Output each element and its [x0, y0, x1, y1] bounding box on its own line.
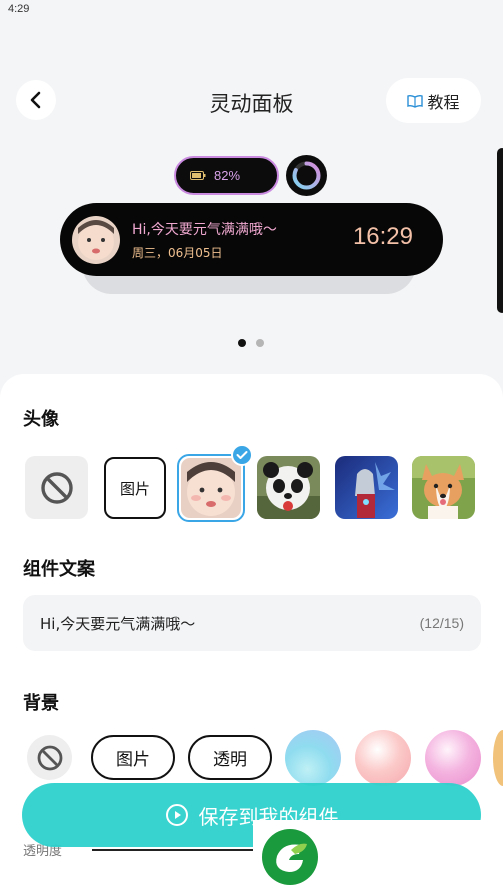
leaf-logo-icon — [262, 829, 318, 885]
avatar-option-corgi[interactable] — [412, 456, 475, 519]
island-date: 周三，06月05日 — [132, 245, 223, 260]
selected-check-icon — [231, 444, 253, 466]
island-clock: 16:29 — [352, 223, 413, 250]
background-swatch-cyan[interactable] — [285, 730, 341, 786]
background-none-option[interactable] — [27, 735, 72, 780]
dynamic-island-preview[interactable]: Hi,今天要元气满满哦～ 周三，06月05日 16:29 — [60, 203, 443, 276]
page-dot[interactable] — [256, 339, 264, 347]
avatar-option-panda[interactable] — [257, 456, 320, 519]
tutorial-button[interactable]: 教程 — [386, 78, 481, 123]
avatar-option-ultraman[interactable] — [335, 456, 398, 519]
background-image-button[interactable]: 图片 — [91, 735, 175, 780]
book-icon — [407, 94, 424, 108]
battery-icon — [190, 171, 206, 180]
background-swatch-peach[interactable] — [355, 730, 411, 786]
background-transparent-label: 透明 — [213, 750, 247, 770]
next-preview-edge[interactable] — [497, 148, 503, 313]
header: 灵动面板 教程 — [0, 78, 503, 124]
battery-percent: 82% — [214, 168, 241, 183]
background-section-title: 背景 — [23, 693, 59, 714]
play-circle-icon — [165, 804, 188, 826]
avatar-section-title: 头像 — [23, 409, 59, 430]
status-time: 4:29 — [8, 3, 30, 15]
progress-ring-icon — [292, 161, 321, 190]
watermark-overlay — [253, 820, 503, 894]
caption-section-title: 组件文案 — [23, 559, 95, 580]
no-symbol-icon — [37, 745, 62, 770]
background-swatch-pink[interactable] — [425, 730, 481, 786]
chevron-left-icon — [30, 91, 41, 109]
back-button[interactable] — [16, 80, 56, 120]
avatar-image-label: 图片 — [119, 479, 150, 498]
background-image-label: 图片 — [116, 750, 150, 770]
opacity-slider[interactable] — [92, 849, 262, 851]
page-dot[interactable] — [238, 339, 246, 347]
avatar-none-option[interactable] — [25, 456, 88, 519]
island-avatar — [72, 215, 120, 264]
tutorial-label: 教程 — [427, 92, 460, 112]
caption-input[interactable]: Hi,今天要元气满满哦～ (12/15) — [23, 595, 481, 651]
island-message: Hi,今天要元气满满哦～ — [132, 221, 277, 238]
ring-widget[interactable] — [286, 155, 327, 196]
battery-pill-widget[interactable]: 82% — [174, 156, 279, 195]
background-transparent-button[interactable]: 透明 — [188, 735, 272, 780]
avatar-option-baby[interactable] — [177, 454, 245, 522]
page-indicator — [238, 339, 264, 347]
no-symbol-icon — [40, 471, 73, 504]
caption-value: Hi,今天要元气满满哦～ — [40, 614, 196, 633]
avatar-image-upload-button[interactable]: 图片 — [104, 457, 166, 519]
caption-counter: (12/15) — [419, 615, 464, 631]
